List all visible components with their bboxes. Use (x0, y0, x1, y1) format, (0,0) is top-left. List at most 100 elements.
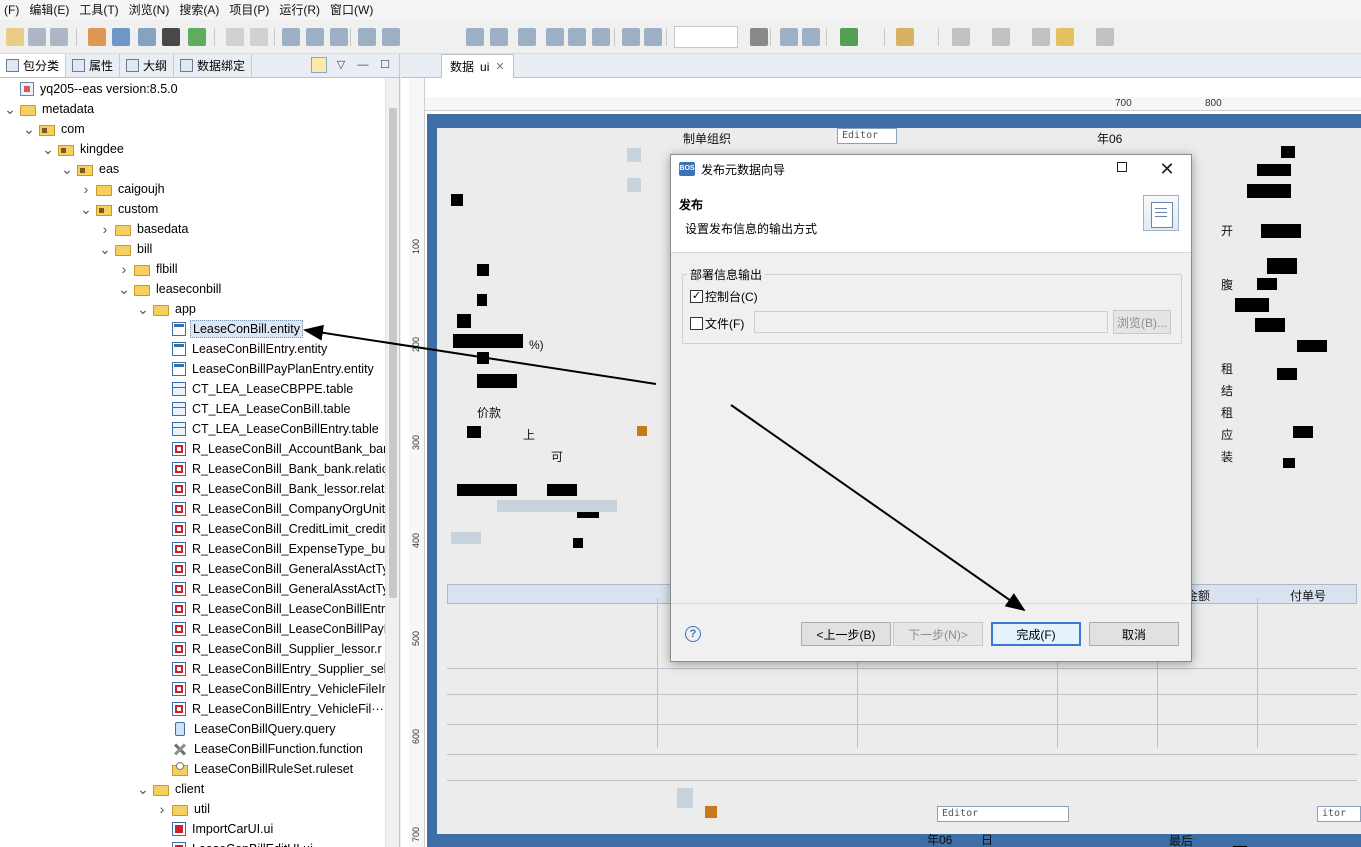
link-with-editor-icon[interactable] (311, 57, 327, 73)
maximize-button[interactable] (1115, 161, 1129, 175)
run-debug-icon[interactable] (840, 28, 858, 46)
collapse-toggle-icon[interactable]: › (156, 799, 168, 819)
redo-icon[interactable] (250, 28, 268, 46)
print-icon[interactable] (50, 28, 68, 46)
tree-item[interactable]: CT_LEA_LeaseConBillEntry.table (156, 419, 381, 439)
tab-outline[interactable]: 大纲 (120, 54, 175, 77)
tree-item[interactable]: R_LeaseConBill_CompanyOrgUnit (156, 499, 387, 519)
menu-item[interactable]: 搜索(A) (175, 0, 225, 20)
window-icon[interactable] (112, 28, 130, 46)
collapse-toggle-icon[interactable]: › (80, 179, 92, 199)
tab-data-binding[interactable]: 数据绑定 (174, 54, 253, 77)
finish-button[interactable]: 完成(F) (991, 622, 1081, 646)
collapse-toggle-icon[interactable]: › (99, 219, 111, 239)
menu-item[interactable]: 窗口(W) (326, 0, 379, 20)
prev-icon[interactable] (1056, 28, 1074, 46)
browse-button[interactable]: 浏览(B)... (1113, 310, 1171, 334)
help-icon[interactable]: ? (685, 626, 701, 642)
menu-item[interactable]: (F) (0, 0, 25, 20)
tree-item[interactable]: ⌄ leaseconbill (118, 279, 223, 299)
file-path-input[interactable] (754, 311, 1108, 333)
save-icon[interactable] (28, 28, 46, 46)
tree-item[interactable]: LeaseConBillQuery.query (156, 719, 338, 739)
align-icon[interactable] (592, 28, 610, 46)
tree-item[interactable]: ⌄ com (23, 119, 87, 139)
minimize-icon[interactable]: — (355, 57, 371, 73)
tree-item[interactable]: ⌄ custom (80, 199, 160, 219)
copy-icon[interactable] (622, 28, 640, 46)
tree-item[interactable]: ⌄ app (137, 299, 198, 319)
tools-icon[interactable] (896, 28, 914, 46)
globe-icon[interactable] (750, 28, 768, 46)
tree-item[interactable]: CT_LEA_LeaseCBPPE.table (156, 379, 355, 399)
file-checkbox[interactable] (690, 317, 703, 330)
tree-item[interactable]: R_LeaseConBill_CreditLimit_credit (156, 519, 388, 539)
tree-item[interactable]: R_LeaseConBillEntry_Supplier_sel (156, 659, 389, 679)
tree-item[interactable]: LeaseConBillFunction.function (156, 739, 365, 759)
tree-item[interactable]: R_LeaseConBill_ExpenseType_buc (156, 539, 393, 559)
menu-item[interactable]: 编辑(E) (25, 0, 75, 20)
tree-item[interactable]: LeaseConBillEditUI.ui (156, 839, 315, 847)
step-icon[interactable] (952, 28, 970, 46)
step-icon[interactable] (992, 28, 1010, 46)
tree-item[interactable]: R_LeaseConBill_Bank_lessor.relati (156, 479, 389, 499)
menu-item[interactable]: 项目(P) (225, 0, 275, 20)
file-checkbox-row[interactable]: 文件(F) (690, 315, 744, 332)
expand-toggle-icon[interactable]: ⌄ (23, 119, 35, 139)
cancel-button[interactable]: 取消 (1089, 622, 1179, 646)
align-icon[interactable] (568, 28, 586, 46)
collapse-toggle-icon[interactable]: › (118, 259, 130, 279)
tree-item[interactable]: R_LeaseConBill_LeaseConBillEntry (156, 599, 393, 619)
back-icon[interactable] (1032, 28, 1050, 46)
next-icon[interactable] (1096, 28, 1114, 46)
tree-item[interactable]: ⌄ metadata (4, 99, 96, 119)
doc-icon[interactable] (138, 28, 156, 46)
run-icon[interactable] (188, 28, 206, 46)
console-checkbox-row[interactable]: ✓ 控制台(C) (690, 288, 758, 305)
tree-item[interactable]: LeaseConBillPayPlanEntry.entity (156, 359, 376, 379)
tree-item[interactable]: LeaseConBill.entity (156, 319, 304, 339)
expand-toggle-icon[interactable]: ⌄ (137, 779, 149, 799)
tree-item[interactable]: yq205--eas version:8.5.0 (4, 79, 180, 99)
tree-item[interactable]: R_LeaseConBillEntry_VehicleFileIr (156, 679, 388, 699)
tree-item[interactable]: R_LeaseConBillEntry_VehicleFil··· (156, 699, 386, 719)
new-icon[interactable] (6, 28, 24, 46)
tab-package-category[interactable]: 包分类 (0, 54, 67, 77)
menu-item[interactable]: 工具(T) (75, 0, 124, 20)
scrollbar-thumb[interactable] (389, 108, 397, 598)
page-icon[interactable] (802, 28, 820, 46)
maximize-icon[interactable]: ☐ (377, 57, 393, 73)
tree-item[interactable]: R_LeaseConBill_Bank_bank.relatic (156, 459, 390, 479)
console-checkbox[interactable]: ✓ (690, 290, 703, 303)
expand-toggle-icon[interactable]: ⌄ (4, 99, 16, 119)
expand-toggle-icon[interactable]: ⌄ (42, 139, 54, 159)
tree-item[interactable]: ⌄ client (137, 779, 206, 799)
tree-item[interactable]: ⌄ bill (99, 239, 154, 259)
tree-item[interactable]: CT_LEA_LeaseConBill.table (156, 399, 352, 419)
align-icon[interactable] (490, 28, 508, 46)
tree-item[interactable]: R_LeaseConBill_LeaseConBillPayF (156, 619, 393, 639)
close-button[interactable]: ✕ (1157, 159, 1177, 179)
close-icon[interactable]: ✕ (495, 60, 504, 73)
next-button[interactable]: 下一步(N)> (893, 622, 983, 646)
back-button[interactable]: <上一步(B) (801, 622, 891, 646)
undo-icon[interactable] (226, 28, 244, 46)
align-icon[interactable] (358, 28, 376, 46)
menu-item[interactable]: 运行(R) (275, 0, 326, 20)
tree-item[interactable]: › basedata (99, 219, 190, 239)
align-icon[interactable] (282, 28, 300, 46)
tree-item[interactable]: LeaseConBillEntry.entity (156, 339, 329, 359)
align-icon[interactable] (518, 28, 536, 46)
tree-item[interactable]: R_LeaseConBill_AccountBank_ban (156, 439, 392, 459)
expand-toggle-icon[interactable]: ⌄ (137, 299, 149, 319)
expand-toggle-icon[interactable]: ⌄ (61, 159, 73, 179)
editor-tab-ui[interactable]: 数据 ui ✕ (441, 54, 514, 78)
expand-toggle-icon[interactable]: ⌄ (99, 239, 111, 259)
tree-item[interactable]: ImportCarUI.ui (156, 819, 275, 839)
tree-item[interactable]: R_LeaseConBill_GeneralAsstActTy (156, 559, 391, 579)
tree-item[interactable]: R_LeaseConBill_Supplier_lessor.r (156, 639, 384, 659)
tree-scrollbar[interactable] (385, 78, 399, 847)
tree-item[interactable]: ⌄ kingdee (42, 139, 126, 159)
align-icon[interactable] (306, 28, 324, 46)
check-icon[interactable] (162, 28, 180, 46)
